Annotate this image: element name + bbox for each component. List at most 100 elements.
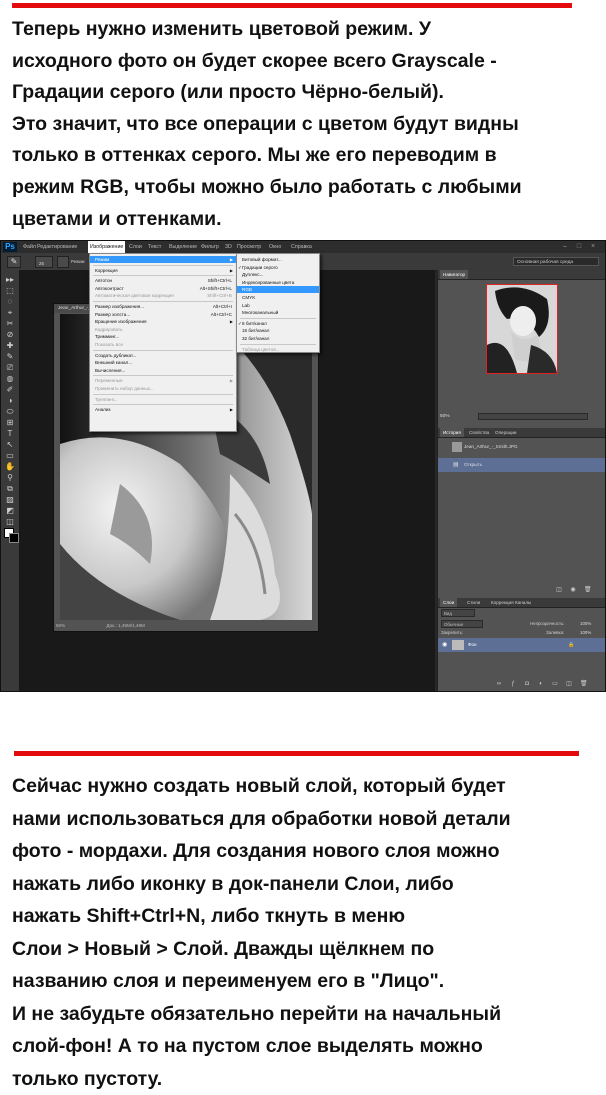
tool-icon[interactable]: ◍ [5,375,15,383]
tab-navigator[interactable]: Навигатор [440,270,468,279]
snapshot-camera-icon[interactable]: ◉ [570,587,576,593]
menu-item[interactable]: Треппинг... [90,396,236,403]
menu-item[interactable]: Внешний канал... [90,359,236,366]
menu-item[interactable]: Многоканальный [237,309,319,316]
menu-item[interactable]: Текст [148,241,161,253]
layer-style-icon[interactable]: ƒ [510,681,516,687]
tool-icon[interactable]: ⧉ [5,485,15,493]
tool-icon[interactable]: ⬭ [5,408,15,416]
menu-item[interactable]: Кадрировать [90,326,236,333]
menu-item[interactable]: RGB [237,286,319,293]
minimize-icon[interactable]: – [561,243,569,251]
navigator-thumbnail[interactable] [486,284,558,374]
menu-item[interactable]: Просмотр [237,241,261,253]
panel-tab[interactable]: Свойства [466,428,492,437]
menu-item[interactable]: Коррекция▶ [90,267,236,274]
tool-icon[interactable]: ↖ [5,441,15,449]
menu-item[interactable]: АвтоконтрастAlt+Shift+Ctrl+L [90,285,236,292]
menu-item[interactable]: 32 бит/канал [237,335,319,342]
menu-item[interactable]: Автоматическая цветовая коррекцияShift+C… [90,292,236,299]
menu-item[interactable]: Вычисления... [90,367,236,374]
menu-item[interactable]: Файл [23,241,36,253]
history-snapshot[interactable]: Jean_Arthur_-_Smith.JPG [438,440,606,454]
tool-icon[interactable]: ⊞ [5,419,15,427]
menu-image[interactable]: Изображение [88,241,125,253]
layer-kind-filter[interactable]: Вид [441,609,475,617]
history-trash-icon[interactable]: 🗑 [584,587,590,593]
menu-item[interactable]: Выделение [169,241,197,253]
menu-item[interactable]: 16 бит/канал [237,327,319,334]
menu-item[interactable]: 3D [225,241,232,253]
tool-icon[interactable]: ✐ [5,386,15,394]
panel-tab[interactable]: Каналы [512,598,534,607]
menu-item[interactable]: ✓8 бит/канал [237,320,319,327]
visibility-eye-icon[interactable]: ◉ [442,638,447,652]
menu-item[interactable]: Lab [237,302,319,309]
menu-item[interactable]: Таблица цветов... [237,346,319,353]
panel-tab[interactable]: Слои [440,598,457,607]
close-icon[interactable]: × [589,243,597,251]
layer-row-background[interactable]: ◉ Фон 🔒 [438,638,606,652]
blend-mode-select[interactable]: Обычные [441,620,483,628]
panel-tab[interactable]: Операции [492,428,520,437]
tool-icon[interactable]: ⚲ [5,474,15,482]
menu-item[interactable]: Размер холста...Alt+Ctrl+C [90,311,236,318]
menu-item[interactable]: Размер изображения...Alt+Ctrl+I [90,303,236,310]
menu-item[interactable]: Битовый формат... [237,256,319,263]
menu-item[interactable]: Переменные▶ [90,377,236,384]
tool-icon[interactable]: ▨ [5,496,15,504]
menu-item[interactable]: Дуплекс... [237,271,319,278]
history-step[interactable]: ▤ Открыть [438,458,606,472]
workspace-select[interactable]: Основная рабочая среда [513,257,599,266]
menu-item[interactable]: Окно [269,241,281,253]
menu-item[interactable]: Создать дубликат... [90,352,236,359]
brush-size-picker[interactable]: 25 [35,256,53,268]
tool-icon[interactable]: ✎ [5,353,15,361]
menu-item[interactable]: Справка [291,241,312,253]
layer-name[interactable]: Фон [468,638,477,652]
tool-icon[interactable]: ✂ [5,320,15,328]
menu-item[interactable]: Вращение изображения▶ [90,318,236,325]
background-color-swatch[interactable] [9,533,19,543]
new-layer-icon[interactable]: ◫ [566,681,572,687]
tool-icon[interactable]: ◫ [5,518,15,526]
menu-item[interactable]: CMYK [237,294,319,301]
tool-icon[interactable]: ▸▸ [5,276,15,284]
brush-tool-icon[interactable]: ✎ [7,256,21,268]
tool-icon[interactable]: T [5,430,15,438]
menu-item[interactable]: Редактирование [37,241,77,253]
navigator-zoom[interactable]: 50% [440,414,450,419]
menu-item[interactable]: Показать все [90,341,236,348]
menu-item[interactable]: Фильтр [201,241,219,253]
tool-icon[interactable]: ⎚ [5,364,15,372]
navigator-zoom-slider[interactable] [478,413,588,420]
new-document-from-state-icon[interactable]: ◫ [556,587,562,593]
tool-icon[interactable]: ◑ [5,397,15,405]
fill-value[interactable]: 100% [580,630,591,635]
layer-mask-icon[interactable]: ◘ [524,681,530,687]
tool-icon[interactable]: ▭ [5,452,15,460]
menu-item[interactable]: Тримминг... [90,333,236,340]
maximize-icon[interactable]: □ [575,243,583,251]
menu-item[interactable]: Режим▶ [90,256,236,263]
tool-icon[interactable]: ✚ [5,342,15,350]
zoom-level[interactable]: 50% [56,623,65,628]
new-group-icon[interactable]: ▭ [552,681,558,687]
adjustment-layer-icon[interactable]: ◐ [538,681,544,687]
opacity-value[interactable]: 100% [580,621,591,626]
brush-panel-icon[interactable] [57,256,69,268]
tool-icon[interactable]: ✋ [5,463,15,471]
menu-item[interactable]: ✓Градации серого [237,264,319,271]
menu-item[interactable]: АвтотонShift+Ctrl+L [90,277,236,284]
menu-item[interactable]: Применить набор данных... [90,385,236,392]
tool-icon[interactable]: ◌ [5,298,15,306]
tool-icon[interactable]: ⬚ [5,287,15,295]
menu-item[interactable]: Индексированные цвета [237,279,319,286]
link-layers-icon[interactable]: ∞ [496,681,502,687]
menu-item[interactable]: Слои [129,241,142,253]
tool-icon[interactable]: ⌖ [5,309,15,317]
tool-icon[interactable]: ⊘ [5,331,15,339]
tool-icon[interactable]: ◩ [5,507,15,515]
delete-layer-icon[interactable]: 🗑 [580,681,586,687]
panel-tab[interactable]: Стили [464,598,483,607]
